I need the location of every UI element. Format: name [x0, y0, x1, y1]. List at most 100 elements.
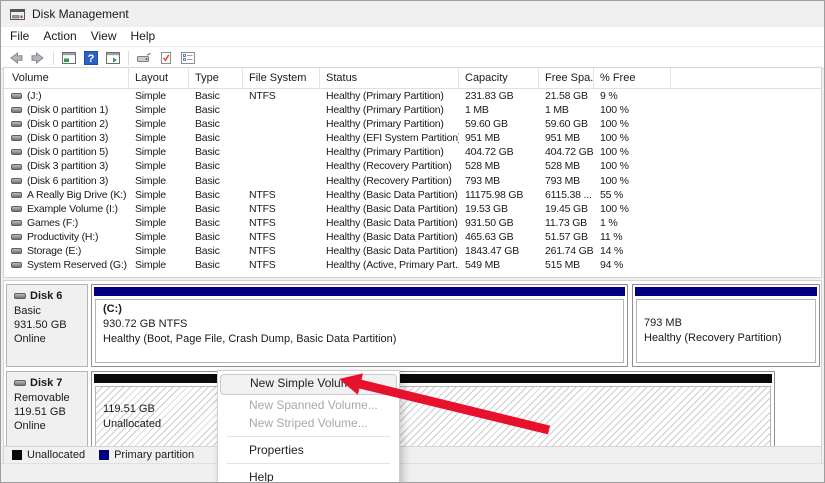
volume-name: Storage (E:) [27, 244, 81, 258]
check-disk-icon[interactable] [156, 49, 176, 67]
legend-swatch [99, 450, 109, 460]
cell-capacity: 528 MB [459, 159, 539, 173]
disk-7-unallocated-space[interactable]: 119.51 GB Unallocated [91, 371, 775, 451]
volume-row[interactable]: Storage (E:)SimpleBasicNTFSHealthy (Basi… [4, 244, 821, 258]
disk-size: 931.50 GB [14, 318, 87, 332]
volume-name: System Reserved (G:) [27, 258, 127, 272]
forward-icon[interactable] [28, 49, 48, 67]
volume-row[interactable]: (Disk 3 partition 3)SimpleBasicHealthy (… [4, 159, 821, 173]
cell-filler [671, 89, 821, 103]
action-pane-icon[interactable] [103, 49, 123, 67]
console-tree-icon[interactable] [59, 49, 79, 67]
column-header-volume[interactable]: Volume [4, 68, 129, 88]
disk-7-label[interactable]: Disk 7 Removable 119.51 GB Online [6, 371, 88, 451]
cell-file-system [243, 117, 320, 131]
column-header-file-system[interactable]: File System [243, 68, 320, 88]
cell-volume: (Disk 0 partition 5) [4, 145, 129, 159]
volume-row[interactable]: (Disk 0 partition 5)SimpleBasicHealthy (… [4, 145, 821, 159]
column-header-free-spa[interactable]: Free Spa... [539, 68, 594, 88]
disk-size: 119.51 GB [14, 405, 87, 419]
cell-pct-free: 9 % [594, 89, 671, 103]
menu-file[interactable]: File [3, 27, 36, 46]
partition-status: Healthy (Boot, Page File, Crash Dump, Ba… [103, 332, 616, 347]
volume-row[interactable]: Games (F:)SimpleBasicNTFSHealthy (Basic … [4, 216, 821, 230]
cell-capacity: 1843.47 GB [459, 244, 539, 258]
toolbar: ? [1, 47, 824, 69]
cell-volume: (Disk 0 partition 2) [4, 117, 129, 131]
volume-row[interactable]: A Really Big Drive (K:)SimpleBasicNTFSHe… [4, 188, 821, 202]
volume-icon [11, 192, 22, 198]
cell-pct-free: 11 % [594, 230, 671, 244]
menu-view[interactable]: View [84, 27, 124, 46]
context-menu-item-help[interactable]: Help [218, 468, 399, 483]
context-menu-separator [227, 436, 390, 437]
volume-icon [11, 178, 22, 184]
cell-capacity: 11175.98 GB [459, 188, 539, 202]
disk-management-window: Disk Management FileActionViewHelp ? [0, 0, 825, 483]
disk-tool-icon[interactable] [134, 49, 154, 67]
cell-free-space: 1 MB [539, 103, 594, 117]
volume-row[interactable]: (Disk 0 partition 2)SimpleBasicHealthy (… [4, 117, 821, 131]
cell-file-system [243, 103, 320, 117]
cell-volume: Productivity (H:) [4, 230, 129, 244]
cell-layout: Simple [129, 145, 189, 159]
disk-icon [14, 293, 26, 299]
disk-status: Online [14, 332, 87, 346]
cell-pct-free: 55 % [594, 188, 671, 202]
cell-layout: Simple [129, 258, 189, 272]
volume-row[interactable]: Productivity (H:)SimpleBasicNTFSHealthy … [4, 230, 821, 244]
cell-filler [671, 188, 821, 202]
help-icon[interactable]: ? [81, 49, 101, 67]
cell-volume: Storage (E:) [4, 244, 129, 258]
cell-free-space: 51.57 GB [539, 230, 594, 244]
volume-row[interactable]: (Disk 6 partition 3)SimpleBasicHealthy (… [4, 174, 821, 188]
column-header-free[interactable]: % Free [594, 68, 671, 88]
volume-name: (Disk 0 partition 1) [27, 103, 108, 117]
column-header-layout[interactable]: Layout [129, 68, 189, 88]
context-menu-item-properties[interactable]: Properties [218, 441, 399, 459]
cell-layout: Simple [129, 244, 189, 258]
volume-row[interactable]: Example Volume (I:)SimpleBasicNTFSHealth… [4, 202, 821, 216]
context-menu-separator [227, 463, 390, 464]
volume-row[interactable]: System Reserved (G:)SimpleBasicNTFSHealt… [4, 258, 821, 272]
cell-status: Healthy (Basic Data Partition) [320, 244, 459, 258]
cell-capacity: 793 MB [459, 174, 539, 188]
cell-type: Basic [189, 117, 243, 131]
context-menu-item-new-simple-volume[interactable]: New Simple Volume... [220, 374, 397, 395]
disk-6-partition-c[interactable]: (C:) 930.72 GB NTFS Healthy (Boot, Page … [91, 284, 628, 367]
cell-free-space: 11.73 GB [539, 216, 594, 230]
cell-type: Basic [189, 159, 243, 173]
disk-6-label[interactable]: Disk 6 Basic 931.50 GB Online [6, 284, 88, 367]
volume-name: (Disk 3 partition 3) [27, 159, 108, 173]
cell-capacity: 931.50 GB [459, 216, 539, 230]
volume-row[interactable]: (Disk 0 partition 3)SimpleBasicHealthy (… [4, 131, 821, 145]
volume-row[interactable]: (Disk 0 partition 1)SimpleBasicHealthy (… [4, 103, 821, 117]
cell-free-space: 19.45 GB [539, 202, 594, 216]
back-icon[interactable] [6, 49, 26, 67]
cell-layout: Simple [129, 174, 189, 188]
volume-row[interactable]: (J:)SimpleBasicNTFSHealthy (Primary Part… [4, 89, 821, 103]
column-header-status[interactable]: Status [320, 68, 459, 88]
cell-file-system: NTFS [243, 216, 320, 230]
cell-status: Healthy (Primary Partition) [320, 117, 459, 131]
menu-help[interactable]: Help [124, 27, 163, 46]
cell-capacity: 404.72 GB [459, 145, 539, 159]
menu-action[interactable]: Action [36, 27, 83, 46]
cell-layout: Simple [129, 159, 189, 173]
cell-pct-free: 100 % [594, 159, 671, 173]
disk-7-row: Disk 7 Removable 119.51 GB Online 119.51… [5, 371, 820, 451]
cell-filler [671, 202, 821, 216]
cell-free-space: 261.74 GB [539, 244, 594, 258]
context-menu-item-new-spanned-volume: New Spanned Volume... [218, 396, 399, 414]
column-header-capacity[interactable]: Capacity [459, 68, 539, 88]
cell-volume: Games (F:) [4, 216, 129, 230]
svg-text:?: ? [88, 53, 95, 65]
column-header-type[interactable]: Type [189, 68, 243, 88]
toolbar-separator [128, 51, 129, 65]
cell-volume: Example Volume (I:) [4, 202, 129, 216]
cell-pct-free: 14 % [594, 244, 671, 258]
disk-6-recovery-partition[interactable]: 793 MB Healthy (Recovery Partition) [632, 284, 820, 367]
cell-type: Basic [189, 145, 243, 159]
properties-icon[interactable] [178, 49, 198, 67]
cell-layout: Simple [129, 103, 189, 117]
